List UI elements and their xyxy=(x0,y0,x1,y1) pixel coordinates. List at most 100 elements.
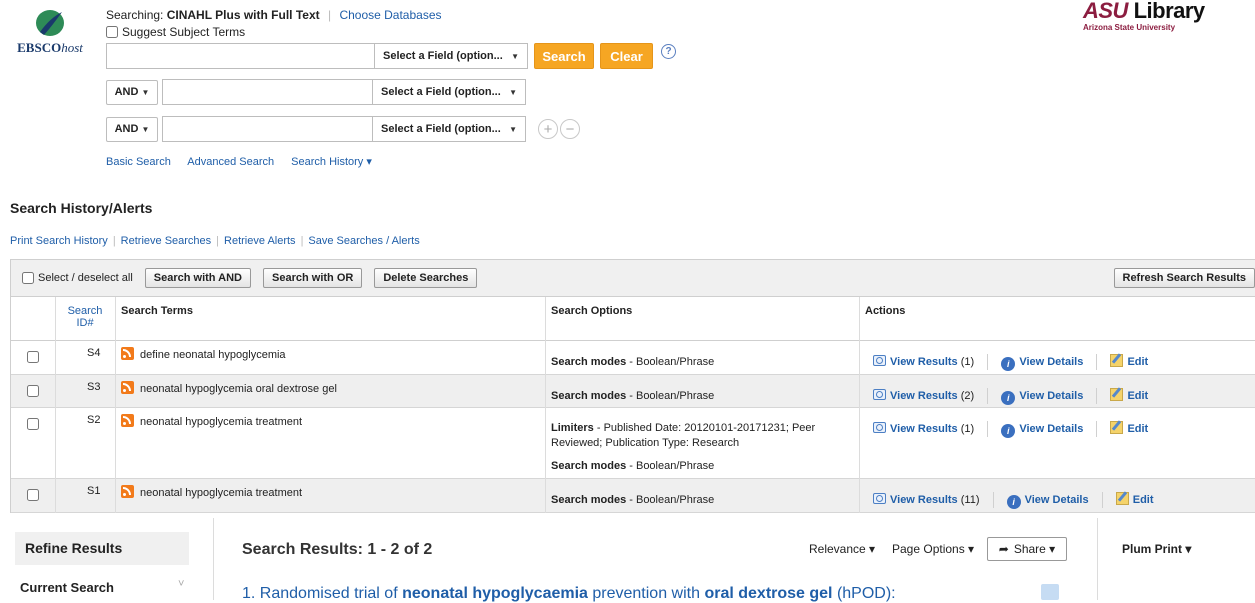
plum-print-dropdown[interactable]: Plum Print ▾ xyxy=(1122,542,1191,556)
search-mode-links: Basic Search Advanced Search Search Hist… xyxy=(106,155,386,168)
delete-searches-button[interactable]: Delete Searches xyxy=(374,268,477,288)
basic-search-link[interactable]: Basic Search xyxy=(106,156,171,168)
table-row: S2 neonatal hypoglycemia treatment Limit… xyxy=(11,408,1255,479)
search-history-table: Select / deselect all Search with AND Se… xyxy=(10,259,1255,513)
ebsco-logo[interactable]: EBSCOhost xyxy=(10,8,90,56)
edit-icon xyxy=(1110,354,1123,367)
row-checkbox[interactable] xyxy=(27,489,39,501)
search-input-1[interactable] xyxy=(106,43,374,69)
field-select-2[interactable]: Select a Field (option... ▼ xyxy=(372,79,526,105)
view-results-icon xyxy=(873,389,886,400)
retrieve-alerts-link[interactable]: Retrieve Alerts xyxy=(224,235,296,247)
info-icon: i xyxy=(1001,424,1015,438)
info-icon: i xyxy=(1007,495,1021,509)
result-item-1-title[interactable]: 1. Randomised trial of neonatal hypoglyc… xyxy=(242,585,896,603)
select-all-checkbox[interactable] xyxy=(22,272,34,284)
caret-down-icon: ▼ xyxy=(509,88,517,97)
add-to-folder-icon[interactable] xyxy=(1041,584,1059,600)
caret-down-icon: ▼ xyxy=(141,125,149,134)
search-with-and-button[interactable]: Search with AND xyxy=(145,268,251,288)
rss-icon[interactable] xyxy=(121,347,134,360)
ebsco-logo-text: EBSCOhost xyxy=(10,40,90,56)
history-toolbar: Select / deselect all Search with AND Se… xyxy=(11,260,1255,297)
row-checkbox[interactable] xyxy=(27,385,39,397)
remove-row-icon[interactable]: − xyxy=(560,119,580,139)
edit-link[interactable]: Edit xyxy=(1127,423,1148,435)
save-searches-alerts-link[interactable]: Save Searches / Alerts xyxy=(308,235,419,247)
view-results-link[interactable]: View Results xyxy=(890,494,958,506)
search-terms: define neonatal hypoglycemia xyxy=(140,349,286,361)
advanced-search-link[interactable]: Advanced Search xyxy=(187,156,274,168)
search-history-title: Search History/Alerts xyxy=(10,200,152,216)
add-row-icon[interactable]: + xyxy=(538,119,558,139)
col-header-actions: Actions xyxy=(859,297,1255,341)
search-terms: neonatal hypoglycemia oral dextrose gel xyxy=(140,383,337,395)
search-button[interactable]: Search xyxy=(534,43,594,69)
view-results-link[interactable]: View Results xyxy=(890,423,958,435)
col-header-search-id[interactable]: Search ID# xyxy=(55,297,115,341)
col-header-search-terms: Search Terms xyxy=(115,297,545,341)
asu-library-logo[interactable]: ASU Library Arizona State University xyxy=(1083,0,1205,32)
info-icon: i xyxy=(1001,391,1015,405)
col-header-search-options: Search Options xyxy=(545,297,859,341)
row-checkbox[interactable] xyxy=(27,351,39,363)
search-terms: neonatal hypoglycemia treatment xyxy=(140,487,302,499)
database-name: CINAHL Plus with Full Text xyxy=(167,8,320,22)
search-row-2: AND▼ Select a Field (option... ▼ xyxy=(106,79,526,105)
edit-link[interactable]: Edit xyxy=(1133,494,1154,506)
search-row-1: Select a Field (option... ▼ Search Clear… xyxy=(106,43,676,69)
table-row: S3 neonatal hypoglycemia oral dextrose g… xyxy=(11,375,1255,408)
help-icon[interactable]: ? xyxy=(661,44,676,59)
rss-icon[interactable] xyxy=(121,381,134,394)
view-results-icon xyxy=(873,422,886,433)
search-id: S1 xyxy=(81,479,106,503)
row-actions: View Results (1) iView Details Edit xyxy=(867,415,1154,444)
print-search-history-link[interactable]: Print Search History xyxy=(10,235,108,247)
edit-link[interactable]: Edit xyxy=(1127,356,1148,368)
clear-button[interactable]: Clear xyxy=(600,43,653,69)
view-details-link[interactable]: View Details xyxy=(1019,423,1083,435)
edit-icon xyxy=(1110,388,1123,401)
rss-icon[interactable] xyxy=(121,414,134,427)
edit-link[interactable]: Edit xyxy=(1127,390,1148,402)
chevron-down-icon[interactable]: ˅ xyxy=(178,578,184,590)
search-id: S3 xyxy=(81,375,106,399)
field-select-1[interactable]: Select a Field (option... ▼ xyxy=(374,43,528,69)
retrieve-searches-link[interactable]: Retrieve Searches xyxy=(121,235,212,247)
view-details-link[interactable]: View Details xyxy=(1025,494,1089,506)
view-details-link[interactable]: View Details xyxy=(1019,356,1083,368)
search-history-link[interactable]: Search History ▾ xyxy=(291,156,372,168)
suggest-subject-terms: Suggest Subject Terms xyxy=(106,25,245,39)
row-actions: View Results (2) iView Details Edit xyxy=(867,382,1154,411)
boolean-operator-select-3[interactable]: AND▼ xyxy=(106,117,158,142)
search-terms: neonatal hypoglycemia treatment xyxy=(140,416,302,428)
current-search-toggle[interactable]: Current Search xyxy=(20,580,114,595)
refresh-search-results-button[interactable]: Refresh Search Results xyxy=(1114,268,1255,288)
row-actions: View Results (1) iView Details Edit xyxy=(867,348,1154,377)
row-checkbox[interactable] xyxy=(27,418,39,430)
choose-databases-link[interactable]: Choose Databases xyxy=(339,8,441,22)
suggest-subject-terms-checkbox[interactable] xyxy=(106,26,118,38)
edit-icon xyxy=(1116,492,1129,505)
table-row: S1 neonatal hypoglycemia treatment Searc… xyxy=(11,479,1255,513)
view-results-link[interactable]: View Results xyxy=(890,356,958,368)
search-with-or-button[interactable]: Search with OR xyxy=(263,268,362,288)
view-results-icon xyxy=(873,493,886,504)
search-input-3[interactable] xyxy=(162,116,372,142)
share-icon: ➦ xyxy=(999,542,1009,556)
share-button[interactable]: ➦ Share ▾ xyxy=(987,537,1067,561)
search-input-2[interactable] xyxy=(162,79,372,105)
caret-down-icon: ▼ xyxy=(511,52,519,61)
view-details-link[interactable]: View Details xyxy=(1019,390,1083,402)
page-options-dropdown[interactable]: Page Options ▾ xyxy=(892,542,974,556)
view-results-icon xyxy=(873,355,886,366)
relevance-sort-dropdown[interactable]: Relevance ▾ xyxy=(809,542,875,556)
boolean-operator-select-2[interactable]: AND▼ xyxy=(106,80,158,105)
view-results-link[interactable]: View Results xyxy=(890,390,958,402)
search-id: S2 xyxy=(81,408,106,432)
field-select-3[interactable]: Select a Field (option... ▼ xyxy=(372,116,526,142)
table-row: S4 define neonatal hypoglycemia Search m… xyxy=(11,341,1255,375)
search-row-3: AND▼ Select a Field (option... ▼ + − xyxy=(106,116,580,142)
refine-results-header: Refine Results xyxy=(15,532,189,565)
rss-icon[interactable] xyxy=(121,485,134,498)
